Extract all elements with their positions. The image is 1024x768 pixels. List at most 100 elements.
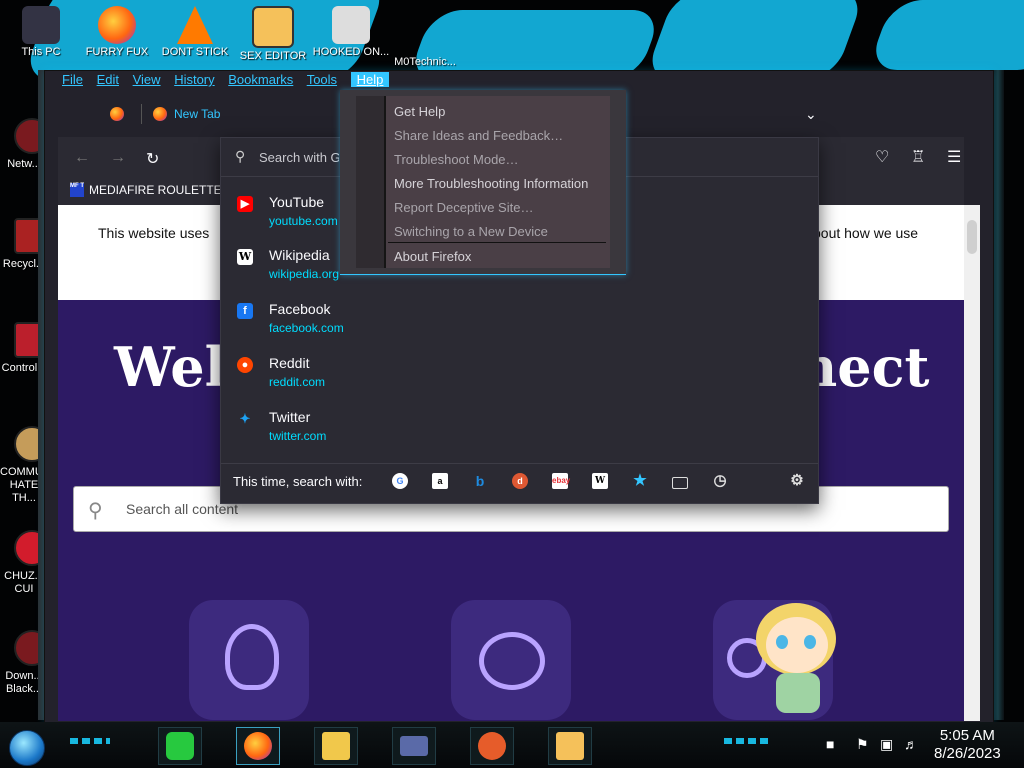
- twitter-icon: ✦: [239, 411, 251, 426]
- feature-card-chat[interactable]: [451, 600, 571, 720]
- menu-history[interactable]: History: [174, 72, 214, 87]
- hxd-icon: [556, 732, 584, 760]
- start-button[interactable]: [9, 730, 45, 766]
- chevron-down-icon: ⌄: [805, 105, 817, 122]
- app-icon: [478, 732, 506, 760]
- reload-icon[interactable]: ↻: [146, 149, 159, 169]
- taskbar-app-window[interactable]: [392, 727, 436, 765]
- firefox-icon: [244, 732, 272, 760]
- cartoon-sticker: [742, 595, 852, 721]
- menu-bar: File Edit View History Bookmarks Tools H…: [62, 72, 399, 88]
- google-icon[interactable]: G: [392, 473, 408, 489]
- menu-item-share-ideas[interactable]: Share Ideas and Feedback…: [394, 128, 563, 143]
- tab-new-tab[interactable]: New Tab: [153, 96, 220, 132]
- desktop-icon-hooked-on[interactable]: HOOKED ON...: [312, 6, 390, 58]
- desktop-icon-sex-editor[interactable]: SEX EDITOR: [234, 6, 312, 62]
- menu-item-new-device[interactable]: Switching to a New Device: [394, 224, 548, 239]
- bookmark-label: MEDIAFIRE ROULETTER: [89, 183, 231, 197]
- app-icon: [332, 6, 370, 44]
- desktop-icon-furry-fux[interactable]: FURRY FUX: [78, 6, 156, 58]
- search-icon: ⚲: [235, 148, 246, 164]
- wallpaper-stripe: [643, 0, 867, 80]
- menu-item-troubleshoot-mode[interactable]: Troubleshoot Mode…: [394, 152, 519, 167]
- sticker-eye: [776, 635, 788, 649]
- network-icon[interactable]: ▣: [880, 736, 893, 753]
- top-site-facebook[interactable]: f Facebook facebook.com: [221, 297, 818, 347]
- hamburger-menu-icon[interactable]: ☰: [947, 147, 961, 167]
- taskbar-app-p[interactable]: [470, 727, 514, 765]
- menu-item-get-help[interactable]: Get Help: [394, 104, 445, 119]
- pocket-icon[interactable]: ♡: [875, 147, 889, 167]
- result-title: Reddit: [269, 355, 310, 371]
- top-site-reddit[interactable]: ● Reddit reddit.com: [221, 351, 818, 401]
- taskbar-app-explorer[interactable]: [314, 727, 358, 765]
- hxd-icon: [252, 6, 294, 48]
- search-icon: ⚲: [88, 500, 103, 522]
- amazon-icon[interactable]: a: [432, 473, 448, 489]
- wikipedia-icon[interactable]: W: [592, 473, 608, 489]
- ebay-icon[interactable]: ebay: [552, 473, 570, 489]
- tab-divider: [141, 104, 142, 124]
- chat-bubble-icon: [479, 632, 545, 690]
- taskbar-decoration: [70, 738, 110, 744]
- cookie-text-left: This website uses: [98, 225, 210, 241]
- page-scrollbar[interactable]: [964, 205, 980, 721]
- gear-icon[interactable]: ⚙: [789, 473, 805, 489]
- desktop-icon-label: M0Technic...: [394, 56, 456, 68]
- scrollbar-thumb[interactable]: [967, 220, 977, 254]
- cookie-text-right: bout how we use: [813, 225, 919, 241]
- taskbar-app-hxd[interactable]: [548, 727, 592, 765]
- clock-time: 5:05 AM: [939, 727, 995, 744]
- result-url: youtube.com: [269, 214, 338, 228]
- sticker-face: [766, 617, 828, 673]
- firefox-view-button[interactable]: [110, 96, 124, 132]
- desktop-icon-label: DONT STICK: [161, 46, 229, 58]
- desktop-icon-label: SEX EDITOR: [239, 50, 307, 62]
- menu-file[interactable]: File: [62, 72, 83, 87]
- list-all-tabs-button[interactable]: ⌄: [805, 96, 817, 132]
- app-tray-icon[interactable]: ■: [826, 736, 834, 752]
- menu-edit[interactable]: Edit: [97, 72, 119, 87]
- duckduckgo-icon[interactable]: d: [512, 473, 528, 489]
- result-url: wikipedia.org: [269, 267, 340, 281]
- facebook-icon: f: [237, 303, 253, 319]
- taskbar-decoration: [724, 738, 772, 744]
- notes-icon: [166, 732, 194, 760]
- help-menu-panel: Get Help Share Ideas and Feedback… Troub…: [356, 96, 610, 268]
- folder-icon: [322, 732, 350, 760]
- menu-item-report-deceptive-site[interactable]: Report Deceptive Site…: [394, 200, 533, 215]
- bing-icon[interactable]: b: [472, 473, 488, 489]
- result-title: Facebook: [269, 301, 331, 317]
- desktop-icon-dont-stick[interactable]: DONT STICK: [156, 6, 234, 58]
- one-off-label: This time, search with:: [233, 474, 363, 489]
- extensions-icon[interactable]: ♖: [911, 147, 925, 167]
- desktop-icon-m0technic[interactable]: M0Technic...: [386, 56, 464, 68]
- top-site-twitter[interactable]: ✦ Twitter twitter.com: [221, 405, 818, 455]
- help-menu: Get Help Share Ideas and Feedback… Troub…: [340, 90, 626, 275]
- menu-bookmarks[interactable]: Bookmarks: [228, 72, 293, 87]
- volume-icon[interactable]: ♬: [904, 736, 918, 752]
- taskbar-app-notes[interactable]: [158, 727, 202, 765]
- menu-item-about-firefox[interactable]: About Firefox: [394, 249, 471, 264]
- lightbulb-icon: [225, 624, 279, 690]
- tabs-icon[interactable]: [672, 477, 688, 489]
- result-url: reddit.com: [269, 375, 326, 389]
- menu-item-troubleshooting-info[interactable]: More Troubleshooting Information: [394, 176, 588, 191]
- history-clock-icon[interactable]: ◷: [712, 473, 728, 489]
- feature-card-lightbulb[interactable]: [189, 600, 309, 720]
- result-title: Wikipedia: [269, 247, 330, 263]
- bookmark-mediafire-rouletter[interactable]: MF T MEDIAFIRE ROULETTER: [70, 183, 230, 197]
- back-arrow-icon[interactable]: ←: [74, 149, 90, 167]
- desktop-icon-label: HOOKED ON...: [312, 46, 390, 58]
- taskbar-app-firefox[interactable]: [236, 727, 280, 765]
- mediafire-icon: MF T: [70, 183, 84, 197]
- forward-arrow-icon[interactable]: →: [110, 149, 126, 167]
- menu-help[interactable]: Help: [350, 72, 390, 87]
- system-clock[interactable]: 5:05 AM 8/26/2023: [934, 727, 1001, 763]
- flag-icon[interactable]: ⚑: [856, 736, 869, 753]
- desktop-icon-this-pc[interactable]: This PC: [2, 6, 80, 58]
- menu-view[interactable]: View: [133, 72, 161, 87]
- menu-tools[interactable]: Tools: [307, 72, 337, 87]
- bookmarks-star-icon[interactable]: ★: [632, 473, 648, 489]
- taskbar: ■ ⚑ ▣ ♬ 5:05 AM 8/26/2023: [0, 722, 1024, 768]
